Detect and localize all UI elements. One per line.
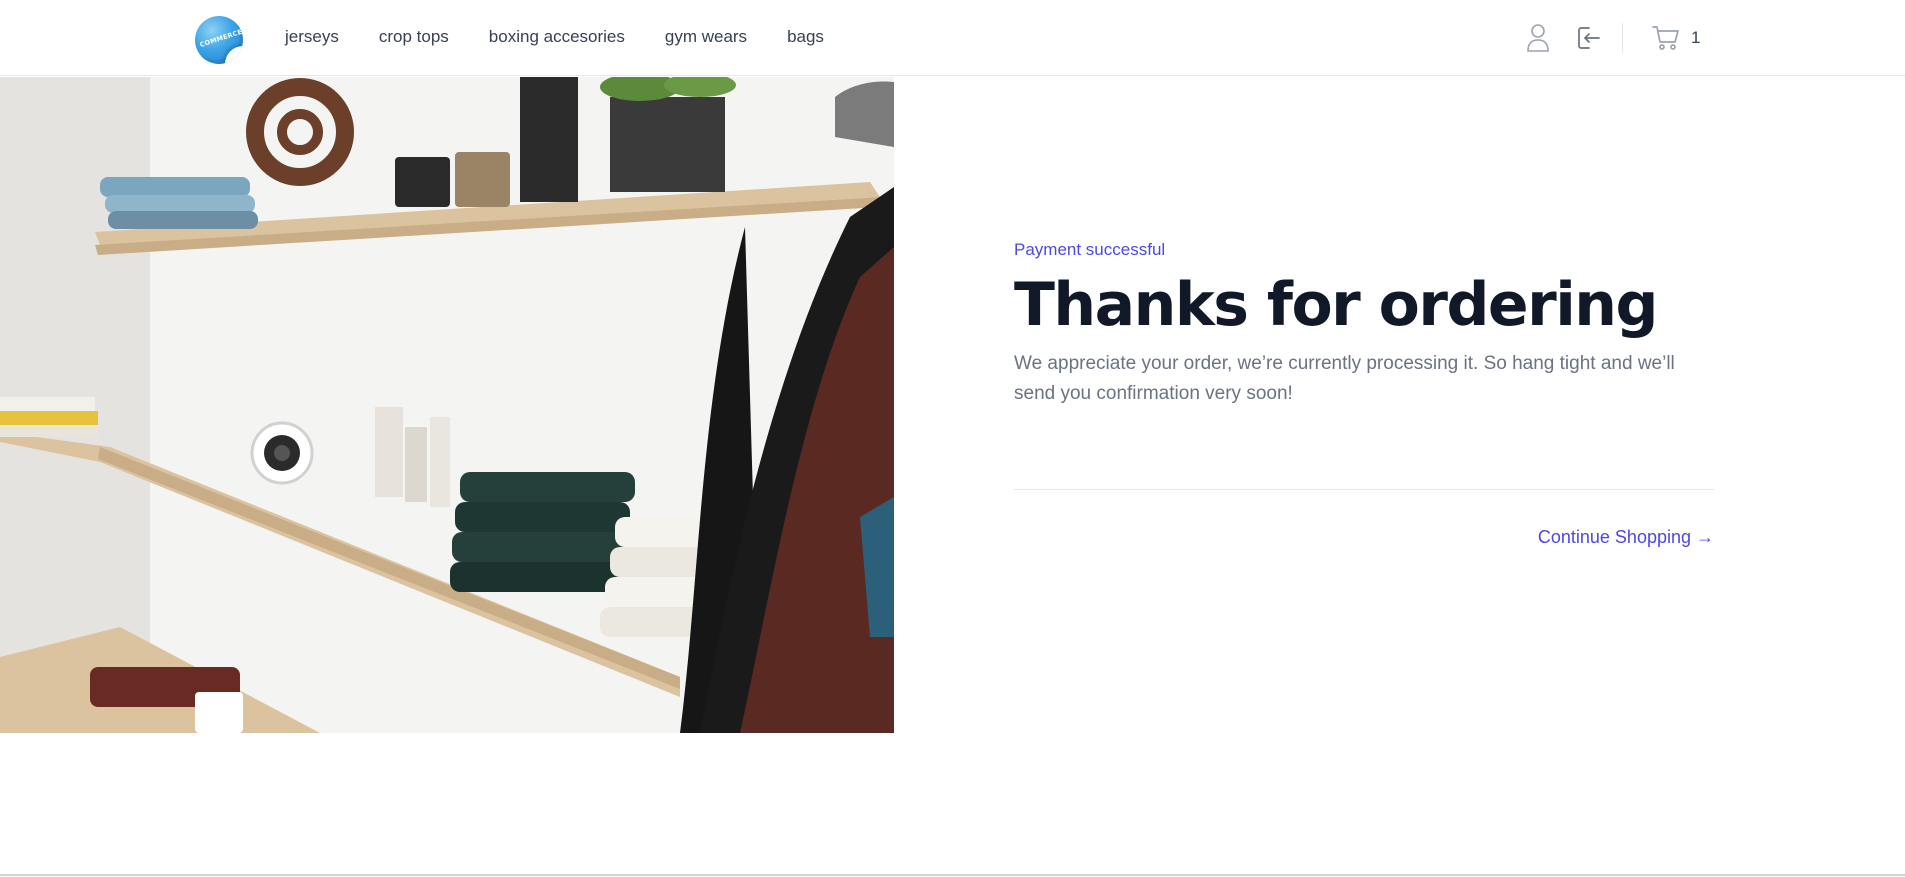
cart-count: 1 xyxy=(1691,28,1701,47)
confirmation-message: We appreciate your order, we’re currentl… xyxy=(1014,353,1675,404)
user-icon xyxy=(1527,24,1549,52)
account-button[interactable] xyxy=(1524,21,1552,55)
footer-border xyxy=(0,874,1905,876)
top-navigation-bar: COMMERCE jerseys crop tops boxing acceso… xyxy=(0,0,1905,76)
header-actions: 1 xyxy=(1524,18,1700,58)
category-nav: jerseys crop tops boxing accesories gym … xyxy=(285,27,864,47)
logo-text: COMMERCE xyxy=(198,27,243,49)
store-shelves-image xyxy=(0,77,894,733)
section-divider xyxy=(1014,489,1714,490)
page-title: Thanks for ordering xyxy=(1014,270,1658,340)
logo-curl xyxy=(225,46,243,64)
logout-button[interactable] xyxy=(1574,21,1602,55)
nav-item-gym-wears[interactable]: gym wears xyxy=(665,27,747,47)
nav-item-jerseys[interactable]: jerseys xyxy=(285,27,339,47)
nav-item-bags[interactable]: bags xyxy=(787,27,824,47)
nav-item-crop-tops[interactable]: crop tops xyxy=(379,27,449,47)
order-confirmation: Payment successful Thanks for ordering W… xyxy=(1014,240,1714,548)
commerce-logo[interactable]: COMMERCE xyxy=(195,16,243,64)
nav-item-boxing-accesories[interactable]: boxing accesories xyxy=(489,27,625,47)
header-divider xyxy=(1622,23,1623,53)
payment-status: Payment successful xyxy=(1014,240,1166,259)
cart-icon xyxy=(1652,26,1679,50)
cart-button[interactable]: 1 xyxy=(1651,24,1700,52)
continue-shopping-link[interactable]: Continue Shopping → xyxy=(1014,527,1714,548)
hero-illustration xyxy=(0,77,894,733)
logout-icon xyxy=(1578,27,1600,49)
